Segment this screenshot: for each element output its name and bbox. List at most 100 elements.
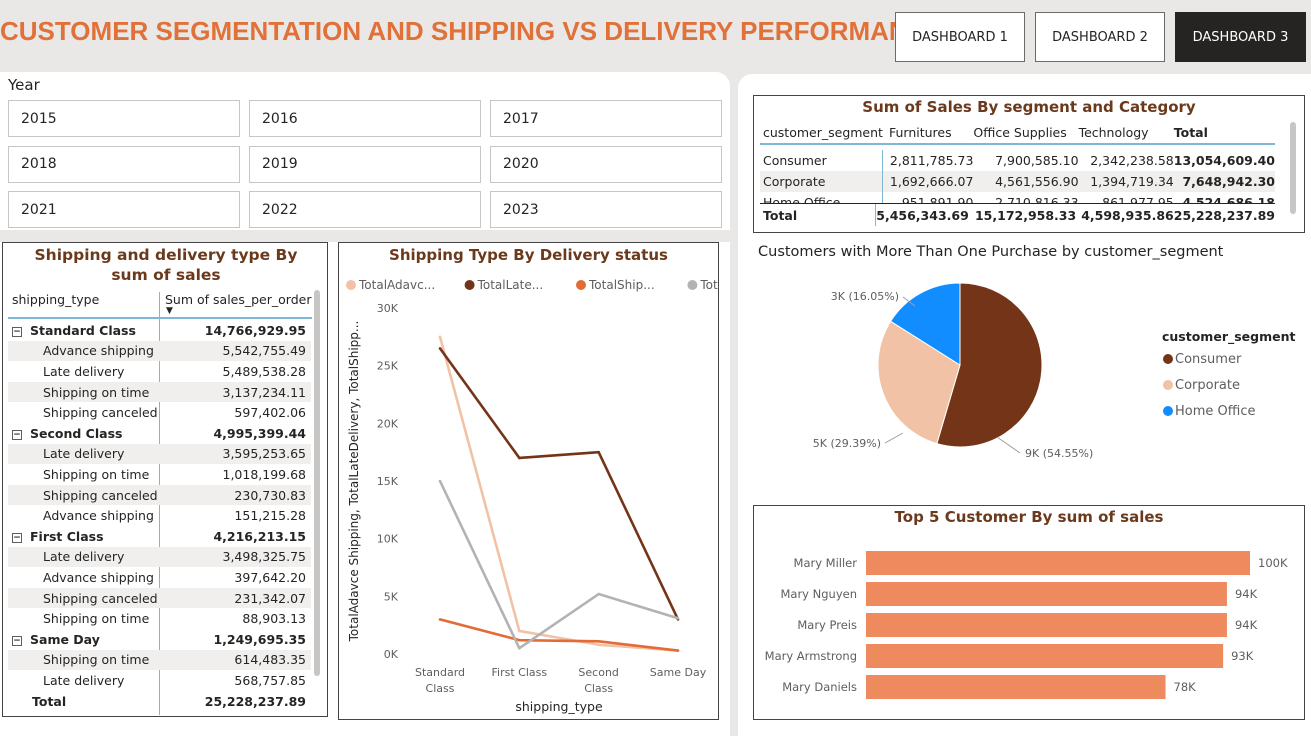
bar[interactable] [866, 644, 1224, 668]
matrix-row-label: Shipping canceled [43, 405, 158, 421]
pie-data-label: 3K (16.05%) [831, 290, 899, 303]
matrix-col2-header[interactable]: Sum of sales_per_order [165, 292, 311, 307]
sort-desc-icon[interactable]: ▼ [166, 306, 173, 316]
series-point[interactable] [676, 616, 680, 620]
segment-total-cell: 25,228,237.89 [1173, 207, 1275, 223]
matrix-row[interactable]: Late delivery 5,489,538.28 [8, 361, 311, 382]
pie-legend-label[interactable]: Consumer [1175, 352, 1242, 367]
series-point[interactable] [597, 450, 600, 454]
year-option-2019[interactable]: 2019 [249, 145, 481, 183]
nav-dashboard-3-button[interactable]: DASHBOARD 3 [1175, 12, 1306, 62]
segment-table-scrollbar[interactable] [1290, 122, 1296, 214]
series-point[interactable] [518, 638, 521, 642]
matrix-group-total: 4,995,399.44 [213, 425, 306, 441]
matrix-row[interactable]: Late delivery 3,498,325.75 [8, 546, 311, 568]
series-point[interactable] [597, 640, 600, 643]
matrix-group-label: Standard Class [30, 322, 136, 338]
series-point[interactable] [438, 347, 442, 350]
matrix-group-label: First Class [30, 528, 104, 544]
year-option-2018[interactable]: 2018 [8, 145, 240, 183]
pie-legend-dot[interactable] [1163, 406, 1173, 416]
year-option-2023[interactable]: 2023 [490, 191, 722, 228]
matrix-row[interactable]: Advance shipping 397,642.20 [8, 567, 311, 588]
matrix-group-row[interactable]: − Same Day 1,249,695.35 [8, 629, 311, 650]
segment-cell: 2,342,238.58 [1090, 153, 1174, 168]
collapse-icon[interactable]: − [12, 635, 22, 646]
segment-total-cell: Total [760, 204, 877, 226]
series-line-1[interactable] [438, 347, 680, 620]
bar[interactable] [866, 551, 1250, 575]
year-option-2022[interactable]: 2022 [249, 191, 481, 228]
y-tick-label: 10K [377, 533, 399, 546]
matrix-group-row[interactable]: − Second Class 4,995,399.44 [8, 423, 311, 444]
line-chart-title: Shipping Type By Delivery status [389, 246, 668, 264]
series-point[interactable] [597, 592, 600, 596]
matrix-group-cell: − First Class [8, 526, 159, 547]
matrix-row[interactable]: Shipping on time 614,483.35 [8, 649, 311, 671]
segment-header-4[interactable]: Total [1173, 122, 1275, 145]
y-tick-label: 25K [377, 360, 399, 373]
pie-data-label: 9K (54.55%) [1025, 447, 1093, 460]
series-point[interactable] [438, 479, 442, 483]
series-line-0[interactable] [438, 336, 679, 652]
segment-row[interactable]: Consumer 2,811,785.73 7,900,585.10 2,342,23… [760, 150, 1275, 171]
y-axis-label: TotalAdavce Shipping, TotalLateDelivery,… [347, 321, 361, 643]
pie-legend-dot[interactable] [1163, 380, 1173, 390]
matrix-scrollbar[interactable] [314, 290, 320, 676]
matrix-group-total: 14,766,929.95 [204, 322, 306, 338]
legend-label-0: TotalAdavc... [358, 278, 435, 292]
series-point[interactable] [438, 335, 442, 339]
collapse-icon[interactable]: − [12, 429, 22, 440]
segment-header-1[interactable]: Furnitures [882, 122, 974, 145]
segment-table-grid: customer_segment Furnitures Office Supplie… [760, 122, 1275, 213]
matrix-row[interactable]: Advance shipping 151,215.28 [8, 505, 311, 526]
segment-header-0[interactable]: customer_segment [760, 122, 883, 145]
matrix-group-row[interactable]: − First Class 4,216,213.15 [8, 526, 311, 547]
series-point[interactable] [438, 618, 442, 621]
matrix-row[interactable]: Late delivery 568,757.85 [8, 670, 311, 691]
nav-dashboard-1-button[interactable]: DASHBOARD 1 [895, 12, 1025, 62]
pie-legend-label[interactable]: Home Office [1175, 404, 1255, 419]
series-point[interactable] [518, 629, 521, 633]
matrix-row[interactable]: Advance shipping 5,542,755.49 [8, 340, 311, 362]
year-option-2017[interactable]: 2017 [490, 100, 722, 137]
pie-legend-dot[interactable] [1163, 354, 1173, 364]
segment-header-2[interactable]: Office Supplies [973, 122, 1079, 145]
bar-chart: Mary Miller 100K Mary Nguyen 94K Mary Preis 9… [765, 551, 1288, 699]
bar[interactable] [866, 675, 1166, 699]
matrix-group-row[interactable]: − Standard Class 14,766,929.95 [8, 320, 311, 341]
collapse-icon[interactable]: − [12, 326, 22, 337]
bar[interactable] [866, 613, 1227, 637]
year-option-2021[interactable]: 2021 [8, 191, 240, 228]
x-tick-line: Class [584, 682, 613, 695]
year-option-2015[interactable]: 2015 [8, 100, 240, 137]
series-point[interactable] [518, 646, 521, 650]
segment-total-row: Total 5,456,343.69 15,172,958.33 4,598,935.… [760, 203, 1275, 226]
matrix-row[interactable]: Shipping on time 3,137,234.11 [8, 381, 311, 403]
matrix-row[interactable]: Shipping canceled 597,402.06 [8, 402, 311, 423]
series-point[interactable] [676, 649, 680, 652]
matrix-row[interactable]: Shipping on time 1,018,199.68 [8, 464, 311, 485]
series-line-3[interactable] [438, 480, 679, 650]
collapse-icon[interactable]: − [12, 532, 22, 543]
year-option-2020[interactable]: 2020 [490, 145, 722, 183]
matrix-group-total: 4,216,213.15 [213, 528, 306, 544]
matrix-row[interactable]: Shipping canceled 231,342.07 [8, 587, 311, 609]
segment-header-3[interactable]: Technology [1078, 122, 1174, 145]
x-axis-label: shipping_type [515, 699, 603, 714]
series-point[interactable] [518, 456, 521, 460]
matrix-row[interactable]: Shipping on time 88,903.13 [8, 608, 311, 629]
bar[interactable] [866, 582, 1227, 606]
matrix-row[interactable]: Late delivery 3,595,253.65 [8, 443, 311, 465]
matrix-row-value: 151,215.28 [234, 508, 306, 524]
pie-legend-label[interactable]: Corporate [1175, 378, 1240, 393]
segment-total-tr: Total 5,456,343.69 15,172,958.33 4,598,935.… [760, 204, 1275, 226]
matrix-col1-header[interactable]: shipping_type [12, 292, 99, 307]
series-point[interactable] [597, 643, 600, 647]
segment-row[interactable]: Corporate 1,692,666.07 4,561,556.90 1,394,7… [760, 171, 1275, 192]
matrix-row[interactable]: Shipping canceled 230,730.83 [8, 484, 311, 506]
nav-dashboard-2-button[interactable]: DASHBOARD 2 [1035, 12, 1165, 62]
series-line-2[interactable] [439, 618, 679, 652]
bar-value-label: 94K [1235, 587, 1258, 601]
year-option-2016[interactable]: 2016 [249, 100, 481, 137]
